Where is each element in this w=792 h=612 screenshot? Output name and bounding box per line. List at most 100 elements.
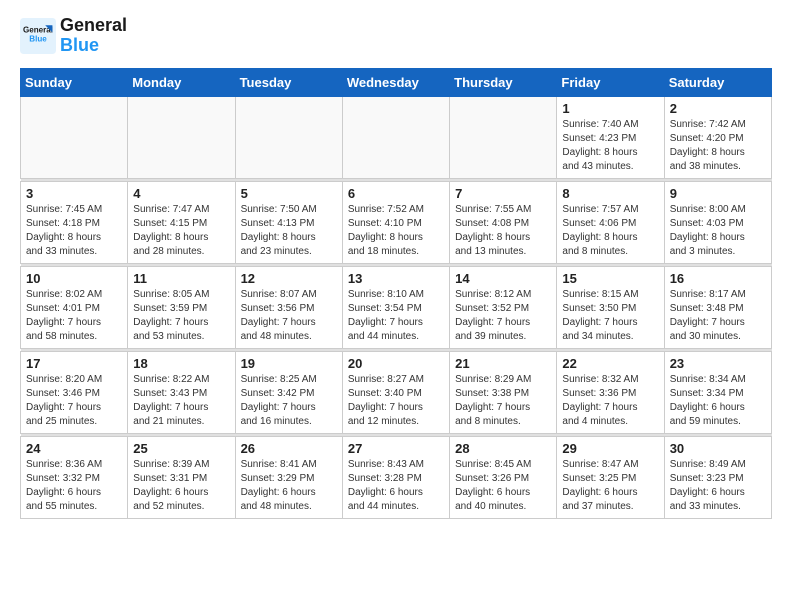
- day-info: Sunrise: 8:10 AM Sunset: 3:54 PM Dayligh…: [348, 288, 444, 344]
- day-number: 20: [348, 356, 444, 371]
- day-info: Sunrise: 8:36 AM Sunset: 3:32 PM Dayligh…: [26, 458, 122, 514]
- calendar-cell: 8 Sunrise: 7:57 AM Sunset: 4:06 PM Daylig…: [557, 181, 664, 263]
- day-info: Sunrise: 7:55 AM Sunset: 4:08 PM Dayligh…: [455, 203, 551, 259]
- day-number: 14: [455, 271, 551, 286]
- day-number: 28: [455, 441, 551, 456]
- day-info: Sunrise: 7:40 AM Sunset: 4:23 PM Dayligh…: [562, 118, 658, 174]
- day-info: Sunrise: 7:47 AM Sunset: 4:15 PM Dayligh…: [133, 203, 229, 259]
- day-number: 6: [348, 186, 444, 201]
- day-number: 17: [26, 356, 122, 371]
- day-number: 26: [241, 441, 337, 456]
- weekday-header-tuesday: Tuesday: [235, 68, 342, 96]
- day-number: 30: [670, 441, 766, 456]
- calendar-body: 1 Sunrise: 7:40 AM Sunset: 4:23 PM Daylig…: [21, 96, 772, 518]
- day-info: Sunrise: 8:45 AM Sunset: 3:26 PM Dayligh…: [455, 458, 551, 514]
- day-number: 15: [562, 271, 658, 286]
- calendar-cell: 3 Sunrise: 7:45 AM Sunset: 4:18 PM Daylig…: [21, 181, 128, 263]
- day-info: Sunrise: 8:29 AM Sunset: 3:38 PM Dayligh…: [455, 373, 551, 429]
- day-info: Sunrise: 7:45 AM Sunset: 4:18 PM Dayligh…: [26, 203, 122, 259]
- day-info: Sunrise: 8:49 AM Sunset: 3:23 PM Dayligh…: [670, 458, 766, 514]
- day-number: 5: [241, 186, 337, 201]
- calendar-cell: 13 Sunrise: 8:10 AM Sunset: 3:54 PM Dayli…: [342, 266, 449, 348]
- day-info: Sunrise: 8:34 AM Sunset: 3:34 PM Dayligh…: [670, 373, 766, 429]
- calendar-cell: [450, 96, 557, 178]
- week-row-1: 1 Sunrise: 7:40 AM Sunset: 4:23 PM Daylig…: [21, 96, 772, 178]
- day-number: 18: [133, 356, 229, 371]
- calendar-cell: 22Sunrise: 8:32 AM Sunset: 3:36 PM Dayli…: [557, 351, 664, 433]
- calendar-cell: 23 Sunrise: 8:34 AM Sunset: 3:34 PM Dayli…: [664, 351, 771, 433]
- day-number: 13: [348, 271, 444, 286]
- calendar-cell: 21 Sunrise: 8:29 AM Sunset: 3:38 PM Dayli…: [450, 351, 557, 433]
- calendar-cell: 9 Sunrise: 8:00 AM Sunset: 4:03 PM Daylig…: [664, 181, 771, 263]
- weekday-header-thursday: Thursday: [450, 68, 557, 96]
- page-container: General Blue General Blue SundayMondayTu…: [0, 0, 792, 535]
- calendar-cell: 14 Sunrise: 8:12 AM Sunset: 3:52 PM Dayli…: [450, 266, 557, 348]
- week-row-3: 10Sunrise: 8:02 AM Sunset: 4:01 PM Dayli…: [21, 266, 772, 348]
- calendar-cell: 26 Sunrise: 8:41 AM Sunset: 3:29 PM Dayli…: [235, 436, 342, 518]
- day-info: Sunrise: 8:22 AM Sunset: 3:43 PM Dayligh…: [133, 373, 229, 429]
- calendar-cell: 2 Sunrise: 7:42 AM Sunset: 4:20 PM Daylig…: [664, 96, 771, 178]
- day-info: Sunrise: 7:50 AM Sunset: 4:13 PM Dayligh…: [241, 203, 337, 259]
- weekday-header-sunday: Sunday: [21, 68, 128, 96]
- week-row-5: 24 Sunrise: 8:36 AM Sunset: 3:32 PM Dayli…: [21, 436, 772, 518]
- calendar-cell: 29 Sunrise: 8:47 AM Sunset: 3:25 PM Dayli…: [557, 436, 664, 518]
- day-number: 12: [241, 271, 337, 286]
- day-info: Sunrise: 7:42 AM Sunset: 4:20 PM Dayligh…: [670, 118, 766, 174]
- day-number: 8: [562, 186, 658, 201]
- header: General Blue General Blue: [20, 16, 772, 56]
- calendar-cell: 25Sunrise: 8:39 AM Sunset: 3:31 PM Dayli…: [128, 436, 235, 518]
- calendar-cell: 19 Sunrise: 8:25 AM Sunset: 3:42 PM Dayli…: [235, 351, 342, 433]
- day-info: Sunrise: 7:52 AM Sunset: 4:10 PM Dayligh…: [348, 203, 444, 259]
- day-info: Sunrise: 8:47 AM Sunset: 3:25 PM Dayligh…: [562, 458, 658, 514]
- calendar-cell: 17 Sunrise: 8:20 AM Sunset: 3:46 PM Dayli…: [21, 351, 128, 433]
- calendar-cell: 10Sunrise: 8:02 AM Sunset: 4:01 PM Dayli…: [21, 266, 128, 348]
- day-info: Sunrise: 8:17 AM Sunset: 3:48 PM Dayligh…: [670, 288, 766, 344]
- day-number: 2: [670, 101, 766, 116]
- day-number: 9: [670, 186, 766, 201]
- day-info: Sunrise: 7:57 AM Sunset: 4:06 PM Dayligh…: [562, 203, 658, 259]
- day-info: Sunrise: 8:00 AM Sunset: 4:03 PM Dayligh…: [670, 203, 766, 259]
- day-number: 7: [455, 186, 551, 201]
- day-number: 29: [562, 441, 658, 456]
- calendar-header-row: SundayMondayTuesdayWednesdayThursdayFrid…: [21, 68, 772, 96]
- calendar-table: SundayMondayTuesdayWednesdayThursdayFrid…: [20, 68, 772, 519]
- calendar-cell: 30 Sunrise: 8:49 AM Sunset: 3:23 PM Dayli…: [664, 436, 771, 518]
- weekday-header-monday: Monday: [128, 68, 235, 96]
- day-info: Sunrise: 8:39 AM Sunset: 3:31 PM Dayligh…: [133, 458, 229, 514]
- calendar-cell: 7 Sunrise: 7:55 AM Sunset: 4:08 PM Daylig…: [450, 181, 557, 263]
- calendar-cell: 20Sunrise: 8:27 AM Sunset: 3:40 PM Dayli…: [342, 351, 449, 433]
- calendar-cell: 11Sunrise: 8:05 AM Sunset: 3:59 PM Dayli…: [128, 266, 235, 348]
- day-info: Sunrise: 8:25 AM Sunset: 3:42 PM Dayligh…: [241, 373, 337, 429]
- day-number: 3: [26, 186, 122, 201]
- calendar-cell: 6 Sunrise: 7:52 AM Sunset: 4:10 PM Daylig…: [342, 181, 449, 263]
- weekday-header-friday: Friday: [557, 68, 664, 96]
- calendar-cell: 15 Sunrise: 8:15 AM Sunset: 3:50 PM Dayli…: [557, 266, 664, 348]
- calendar-cell: 4 Sunrise: 7:47 AM Sunset: 4:15 PM Daylig…: [128, 181, 235, 263]
- calendar-cell: [342, 96, 449, 178]
- weekday-header-wednesday: Wednesday: [342, 68, 449, 96]
- logo-icon: General Blue: [20, 18, 56, 54]
- day-info: Sunrise: 8:15 AM Sunset: 3:50 PM Dayligh…: [562, 288, 658, 344]
- logo: General Blue General Blue: [20, 16, 127, 56]
- calendar-cell: 28 Sunrise: 8:45 AM Sunset: 3:26 PM Dayli…: [450, 436, 557, 518]
- day-info: Sunrise: 8:07 AM Sunset: 3:56 PM Dayligh…: [241, 288, 337, 344]
- calendar-cell: 5 Sunrise: 7:50 AM Sunset: 4:13 PM Daylig…: [235, 181, 342, 263]
- logo-blue: Blue: [60, 36, 127, 56]
- day-info: Sunrise: 8:12 AM Sunset: 3:52 PM Dayligh…: [455, 288, 551, 344]
- day-number: 11: [133, 271, 229, 286]
- day-number: 19: [241, 356, 337, 371]
- day-number: 27: [348, 441, 444, 456]
- day-number: 24: [26, 441, 122, 456]
- svg-text:Blue: Blue: [29, 34, 47, 43]
- weekday-header-saturday: Saturday: [664, 68, 771, 96]
- day-info: Sunrise: 8:41 AM Sunset: 3:29 PM Dayligh…: [241, 458, 337, 514]
- day-number: 21: [455, 356, 551, 371]
- day-number: 22: [562, 356, 658, 371]
- calendar-cell: 12 Sunrise: 8:07 AM Sunset: 3:56 PM Dayli…: [235, 266, 342, 348]
- calendar-cell: 27Sunrise: 8:43 AM Sunset: 3:28 PM Dayli…: [342, 436, 449, 518]
- day-number: 23: [670, 356, 766, 371]
- day-number: 1: [562, 101, 658, 116]
- day-number: 4: [133, 186, 229, 201]
- calendar-cell: [21, 96, 128, 178]
- day-info: Sunrise: 8:20 AM Sunset: 3:46 PM Dayligh…: [26, 373, 122, 429]
